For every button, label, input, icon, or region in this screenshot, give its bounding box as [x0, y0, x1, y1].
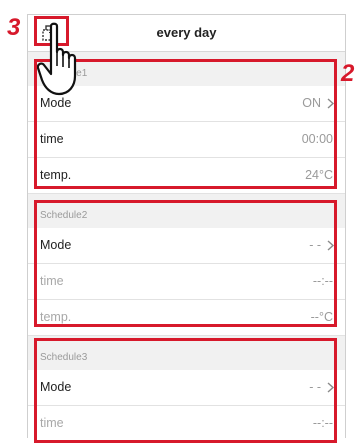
schedule-2-highlight — [34, 200, 337, 327]
schedule-3-highlight — [34, 338, 337, 443]
pointing-hand-icon — [37, 22, 77, 96]
callout-number-3: 3 — [7, 14, 21, 41]
callout-number-2: 2 — [341, 60, 355, 87]
